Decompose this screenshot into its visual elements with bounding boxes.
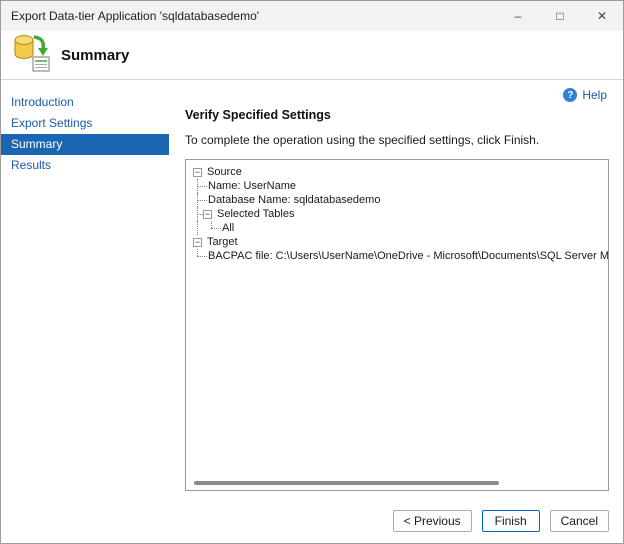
tree-item-name: Name: UserName xyxy=(193,179,608,193)
maximize-button[interactable]: □ xyxy=(539,1,581,31)
sidebar-item-summary[interactable]: Summary xyxy=(1,134,169,155)
previous-button[interactable]: < Previous xyxy=(393,510,472,532)
section-heading: Verify Specified Settings xyxy=(185,108,609,122)
window-title: Export Data-tier Application 'sqldatabas… xyxy=(11,9,259,23)
wizard-steps-sidebar: Introduction Export Settings Summary Res… xyxy=(1,80,169,499)
help-label: Help xyxy=(582,88,607,102)
help-link[interactable]: ? Help xyxy=(563,88,607,102)
collapse-icon[interactable]: − xyxy=(193,168,202,177)
wizard-header: Summary xyxy=(1,31,623,80)
tree-item-label: BACPAC file: C:\Users\UserName\OneDrive … xyxy=(207,250,609,262)
instruction-text: To complete the operation using the spec… xyxy=(185,133,609,147)
help-icon: ? xyxy=(563,88,577,102)
page-title: Summary xyxy=(61,47,129,64)
finish-button[interactable]: Finish xyxy=(482,510,540,532)
tree-item-bacpac-file: BACPAC file: C:\Users\UserName\OneDrive … xyxy=(193,249,608,263)
export-database-icon xyxy=(13,33,51,78)
tree-item-selected-tables: − Selected Tables xyxy=(193,207,608,221)
collapse-icon[interactable]: − xyxy=(193,238,202,247)
horizontal-scrollbar-thumb[interactable] xyxy=(194,481,499,485)
export-dac-wizard-window: Export Data-tier Application 'sqldatabas… xyxy=(0,0,624,544)
tree-item-database-name: Database Name: sqldatabasedemo xyxy=(193,193,608,207)
sidebar-item-introduction[interactable]: Introduction xyxy=(1,92,169,113)
wizard-footer: < Previous Finish Cancel xyxy=(1,499,623,543)
tree-connector xyxy=(193,249,207,263)
tree-item-label: Target xyxy=(206,236,238,248)
tree-connector xyxy=(193,221,207,235)
sidebar-item-results[interactable]: Results xyxy=(1,155,169,176)
tree-item-target: − Target xyxy=(193,235,608,249)
window-controls: – □ ✕ xyxy=(497,1,623,31)
minimize-button[interactable]: – xyxy=(497,1,539,31)
tree-item-label: Database Name: sqldatabasedemo xyxy=(207,194,380,206)
titlebar: Export Data-tier Application 'sqldatabas… xyxy=(1,1,623,31)
summary-page-content: ? Help Verify Specified Settings To comp… xyxy=(169,80,623,499)
close-button[interactable]: ✕ xyxy=(581,1,623,31)
tree-item-source: − Source xyxy=(193,165,608,179)
sidebar-item-export-settings[interactable]: Export Settings xyxy=(1,113,169,134)
wizard-body: Introduction Export Settings Summary Res… xyxy=(1,80,623,499)
tree-item-all: All xyxy=(193,221,608,235)
tree-item-label: Selected Tables xyxy=(216,208,294,220)
tree-connector xyxy=(207,221,221,235)
cancel-button[interactable]: Cancel xyxy=(550,510,609,532)
tree-connector xyxy=(193,207,203,221)
tree-item-label: Source xyxy=(206,166,242,178)
summary-tree: − Source Name: UserName Database Name: s… xyxy=(185,159,609,491)
tree-connector xyxy=(193,179,207,193)
collapse-icon[interactable]: − xyxy=(203,210,212,219)
tree-item-label: All xyxy=(221,222,234,234)
tree-connector xyxy=(193,193,207,207)
tree-item-label: Name: UserName xyxy=(207,180,296,192)
